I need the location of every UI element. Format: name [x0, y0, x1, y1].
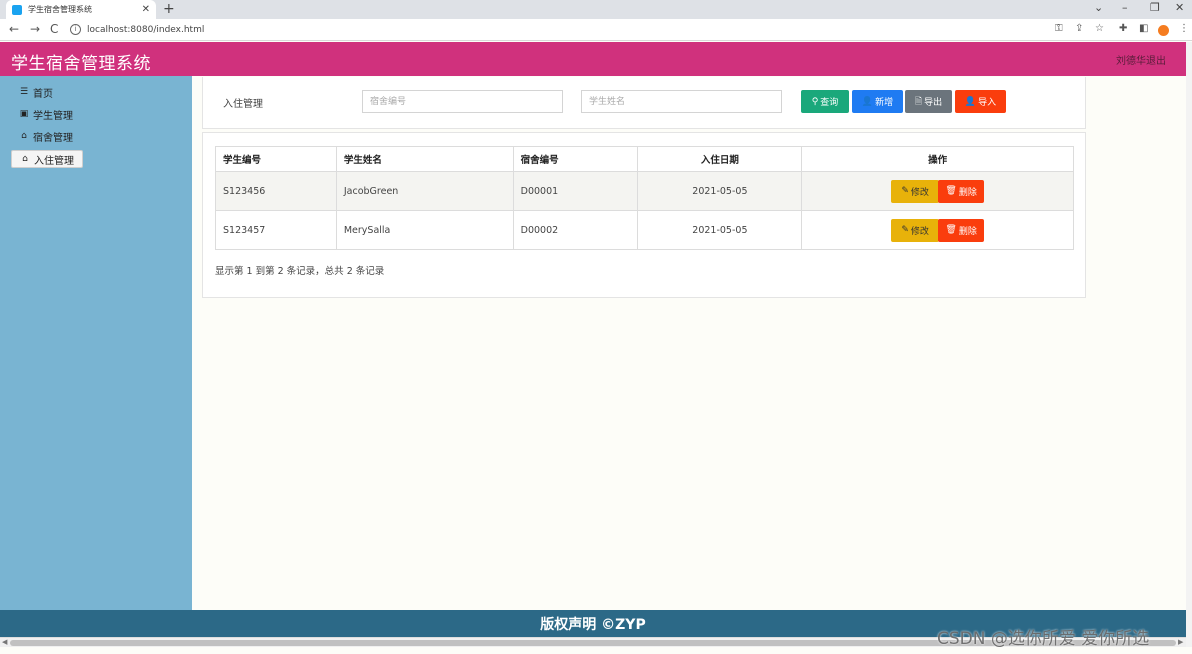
favicon-icon [12, 4, 22, 15]
table-row: S123457 MerySalla D00002 2021-05-05 ✎ 修改… [215, 210, 1074, 250]
user-plus-icon: 👤 [861, 96, 874, 107]
csdn-watermark: CSDN @选你所爱 爱你所选 [937, 629, 1150, 649]
home-icon: ⌂ [21, 131, 27, 141]
cell-actions: ✎ 修改 🗑 删除 [801, 210, 1074, 250]
delete-button[interactable]: 🗑 删除 [938, 218, 985, 242]
browser-tab[interactable]: 学生宿舍管理系统 ✕ [6, 0, 156, 19]
cell-date: 2021-05-05 [637, 171, 803, 211]
trash-icon: 🗑 [945, 186, 957, 196]
table-row: S123456 JacobGreen D00001 2021-05-05 ✎ 修… [215, 171, 1074, 211]
query-button-label: 查询 [820, 98, 839, 108]
sidebar-item-students[interactable]: ▣ 学生管理 [11, 105, 81, 123]
url-text: localhost:8080/index.html [87, 24, 205, 35]
close-tab-icon[interactable]: ✕ [142, 4, 150, 15]
footer-copyright: 版权声明 ©ZYP [540, 616, 646, 633]
scroll-left-icon[interactable]: ◀ [2, 638, 7, 647]
list-icon: ☰ [19, 87, 29, 97]
sidebar: ☰ 首页 ▣ 学生管理 ⌂ 宿舍管理 ⌂ 入住管理 [0, 76, 192, 610]
sidebar-item-home[interactable]: ☰ 首页 [11, 83, 61, 101]
vertical-scrollbar[interactable] [1186, 42, 1192, 647]
section-label: 入住管理 [223, 99, 263, 110]
home-icon: ⌂ [22, 154, 28, 164]
site-info-icon[interactable]: i [70, 24, 81, 35]
pagination-info: 显示第 1 到第 2 条记录，总共 2 条记录 [215, 266, 385, 277]
sidebar-item-label: 首页 [33, 88, 53, 100]
export-button-label: 导出 [924, 98, 943, 108]
logout-link[interactable]: 刘德华退出 [1116, 52, 1166, 67]
edit-button[interactable]: ✎ 修改 [891, 218, 940, 242]
user-plus-icon: 👤 [964, 96, 977, 107]
sidebar-item-dorms[interactable]: ⌂ 宿舍管理 [11, 127, 81, 145]
header-student-id[interactable]: 学生编号 [215, 146, 337, 172]
edit-button-label: 修改 [910, 187, 929, 198]
app-title: 学生宿舍管理系统 [11, 54, 151, 74]
cell-dorm-id: D00002 [512, 210, 639, 250]
forward-icon[interactable]: → [30, 22, 40, 36]
extensions-icon[interactable]: ✚ [1119, 23, 1127, 35]
search-panel: 入住管理 ⚲ 查询 👤 新增 🗎 导出 👤 导入 [202, 77, 1086, 129]
new-tab-icon[interactable]: + [163, 1, 175, 17]
profile-icon[interactable] [1158, 25, 1169, 36]
key-icon[interactable]: ⚿ [1055, 23, 1063, 35]
add-button-label: 新增 [875, 98, 894, 108]
restore-icon[interactable]: ❐ [1150, 1, 1160, 15]
add-button[interactable]: 👤 新增 [852, 90, 903, 113]
minimize-icon[interactable]: – [1122, 1, 1128, 15]
delete-button[interactable]: 🗑 删除 [938, 179, 985, 203]
back-icon[interactable]: ← [9, 22, 19, 36]
delete-button-label: 删除 [958, 226, 977, 237]
pencil-icon: ✎ [901, 186, 909, 196]
cell-dorm-id: D00001 [512, 171, 639, 211]
export-button[interactable]: 🗎 导出 [905, 90, 952, 113]
star-icon[interactable]: ☆ [1095, 23, 1104, 35]
cell-student-name: MerySalla [335, 210, 514, 250]
window-close-icon[interactable]: ✕ [1175, 1, 1184, 15]
tab-title: 学生宿舍管理系统 [28, 5, 92, 14]
sidebar-item-label: 学生管理 [33, 110, 73, 122]
sidebar-item-checkin[interactable]: ⌂ 入住管理 [11, 150, 83, 168]
import-button-label: 导入 [978, 98, 997, 108]
sidepanel-icon[interactable]: ◧ [1139, 23, 1148, 35]
main-content: 入住管理 ⚲ 查询 👤 新增 🗎 导出 👤 导入 学生编号 [192, 76, 1186, 610]
header-student-name[interactable]: 学生姓名 [335, 146, 514, 172]
checkin-table: 学生编号 学生姓名 宿舍编号 入住日期 操作 S123456 JacobGree… [215, 146, 1074, 250]
header-date[interactable]: 入住日期 [637, 146, 803, 172]
app-header: 学生宿舍管理系统 刘德华退出 [0, 42, 1186, 76]
table-header-row: 学生编号 学生姓名 宿舍编号 入住日期 操作 [215, 146, 1074, 172]
share-icon[interactable]: ⇪ [1075, 23, 1083, 35]
student-name-input[interactable] [581, 90, 782, 113]
header-actions: 操作 [801, 146, 1074, 172]
tab-search-icon[interactable]: ⌄ [1094, 1, 1103, 15]
reload-icon[interactable]: C [50, 22, 58, 36]
pencil-icon: ✎ [901, 225, 909, 235]
delete-button-label: 删除 [958, 187, 977, 198]
dorm-id-input[interactable] [362, 90, 563, 113]
table-panel: 学生编号 学生姓名 宿舍编号 入住日期 操作 S123456 JacobGree… [202, 132, 1086, 298]
browser-tab-bar: 学生宿舍管理系统 ✕ + ⌄ – ❐ ✕ [0, 0, 1192, 19]
trash-icon: 🗑 [945, 225, 957, 235]
query-button[interactable]: ⚲ 查询 [801, 90, 849, 113]
cell-date: 2021-05-05 [637, 210, 803, 250]
menu-icon[interactable]: ⋮ [1179, 23, 1189, 35]
sidebar-item-label: 入住管理 [34, 155, 74, 167]
cell-student-id: S123457 [215, 210, 337, 250]
search-icon: ⚲ [811, 96, 819, 107]
file-icon: 🗎 [914, 96, 923, 107]
sidebar-item-label: 宿舍管理 [33, 132, 73, 144]
url-field[interactable]: i localhost:8080/index.html [70, 21, 1100, 38]
book-icon: ▣ [19, 109, 29, 119]
cell-student-id: S123456 [215, 171, 337, 211]
browser-address-bar: ← → C i localhost:8080/index.html ⚿ ⇪ ☆ … [0, 19, 1192, 41]
scroll-right-icon[interactable]: ▶ [1178, 638, 1183, 647]
edit-button[interactable]: ✎ 修改 [891, 179, 940, 203]
edit-button-label: 修改 [910, 226, 929, 237]
header-dorm-id[interactable]: 宿舍编号 [512, 146, 639, 172]
import-button[interactable]: 👤 导入 [955, 90, 1006, 113]
cell-student-name: JacobGreen [335, 171, 514, 211]
cell-actions: ✎ 修改 🗑 删除 [801, 171, 1074, 211]
